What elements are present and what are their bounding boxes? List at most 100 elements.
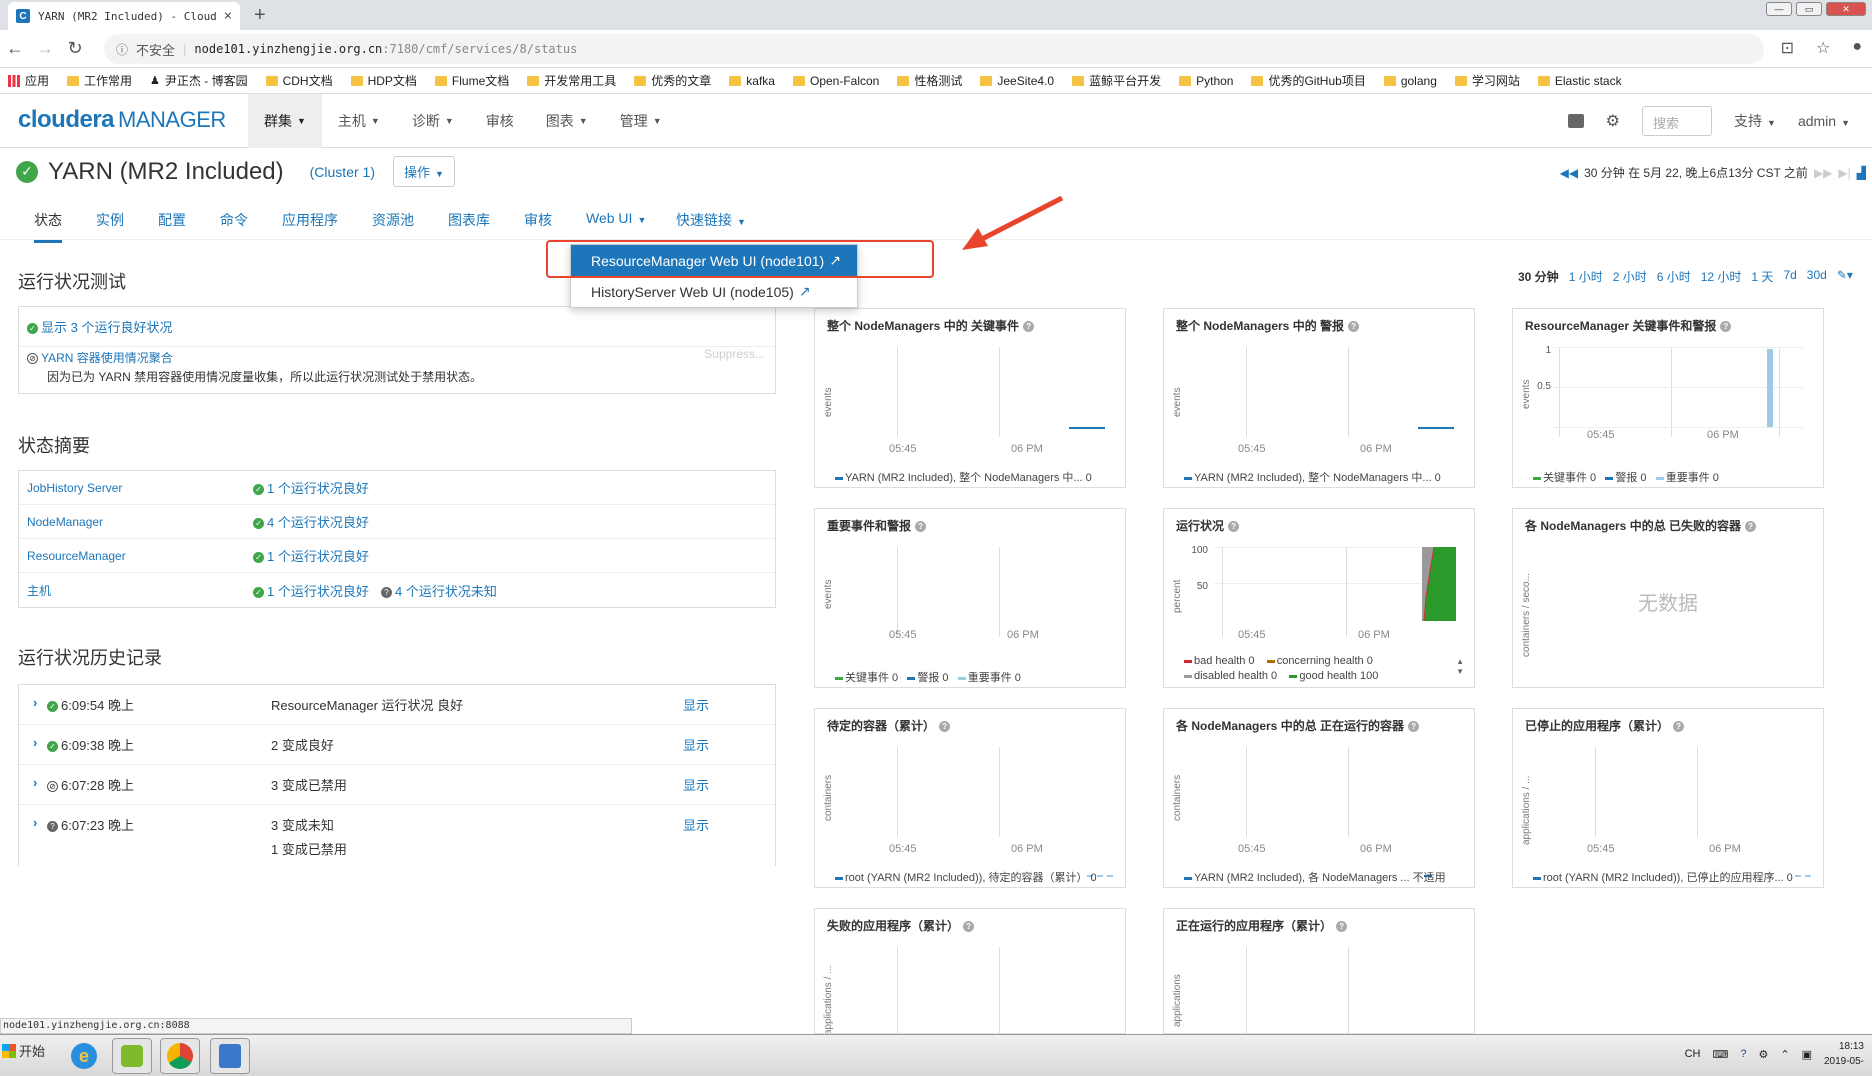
ie-app[interactable]: e [64,1038,104,1074]
bookmark-folder[interactable]: Open-Falcon [792,74,879,88]
historyserver-web-ui-link[interactable]: HistoryServer Web UI (node105) ↗ [571,276,857,307]
bookmark-folder[interactable]: HDP文档 [350,72,417,89]
clock[interactable]: 18:13 2019-05- [1824,1039,1864,1069]
bookmark-folder[interactable]: 优秀的文章 [634,72,711,89]
chrome-app[interactable] [160,1038,200,1074]
time-range-option[interactable]: 1 小时 [1569,268,1603,285]
chevron-right-icon[interactable]: › [33,735,37,750]
time-range-option[interactable]: 30d [1807,268,1827,285]
tab-audits[interactable]: 审核 [524,210,552,230]
help-icon[interactable]: ? [1336,921,1348,933]
forward-icon[interactable]: → [30,38,60,59]
status-link[interactable]: ✓ 1 个运行状况良好 [253,546,369,565]
chart-icon[interactable]: ▟ [1857,166,1866,180]
help-icon[interactable]: ? [1720,321,1732,333]
legend-scroll-icon[interactable]: ▲ ▼ [1456,657,1464,677]
tab-configuration[interactable]: 配置 [158,210,186,230]
actions-button[interactable]: 操作 ▼ [393,156,455,187]
forward-icon[interactable]: ▶▶ [1814,166,1832,180]
start-button[interactable]: 开始 [0,1041,45,1060]
show-link[interactable]: 显示 [683,695,709,714]
chart-card[interactable]: 整个 NodeManagers 中的 警报? events 05:45 06 P… [1163,308,1475,488]
new-tab-icon[interactable]: + [254,4,266,27]
keyboard-icon[interactable]: ⌨ [1712,1048,1728,1061]
cloudera-logo[interactable]: cloudera MANAGER [18,106,226,134]
aggregate-link[interactable]: YARN 容器使用情况聚合 [41,351,173,365]
reload-icon[interactable]: ↻ [60,38,90,59]
cluster-link[interactable]: (Cluster 1) [310,164,375,180]
menu-clusters[interactable]: 群集 ▼ [248,94,322,148]
time-range-current[interactable]: 30 分钟 [1518,268,1559,285]
url-field[interactable]: ⓘ 不安全 | node101.yinzhengjie.org.cn :7180… [104,34,1764,64]
running-commands-icon[interactable]: ⚙ [1606,111,1620,131]
time-info[interactable]: 30 分钟 在 5月 22, 晚上6点13分 CST 之前 [1584,164,1808,181]
tab-web-ui[interactable]: Web UI ▼ [586,210,646,226]
show-link[interactable]: 显示 [683,775,709,794]
translate-icon[interactable]: ⊡ [1781,38,1794,58]
chevron-right-icon[interactable]: › [33,775,37,790]
tab-commands[interactable]: 命令 [220,210,248,230]
chart-card[interactable]: 正在运行的应用程序（累计）? applications [1163,908,1475,1034]
time-range-option[interactable]: 1 天 [1751,268,1773,285]
settings-icon[interactable]: ⚙ [1758,1048,1768,1061]
tray-expand-icon[interactable]: ⌃ [1780,1048,1789,1061]
notes-app[interactable] [210,1038,250,1074]
menu-admin[interactable]: 管理 ▼ [604,94,678,148]
bookmark-folder[interactable]: 优秀的GitHub项目 [1251,72,1366,89]
status-link[interactable]: ✓ 4 个运行状况良好 [253,512,369,531]
profile-icon[interactable]: ● [1852,38,1862,58]
search-input[interactable]: 搜索 [1642,106,1713,136]
back-icon[interactable]: ← [0,38,30,59]
help-icon[interactable]: ? [1673,721,1685,733]
role-link[interactable]: NodeManager [27,515,103,529]
status-link[interactable]: ✓ 1 个运行状况良好 [253,478,369,497]
maximize-icon[interactable]: ▭ [1796,2,1822,16]
tab-resource-pools[interactable]: 资源池 [372,210,414,230]
time-range-option[interactable]: 6 小时 [1657,268,1691,285]
bookmark-folder[interactable]: 性格测试 [897,72,962,89]
tab-status[interactable]: 状态 [34,210,62,243]
tab-instances[interactable]: 实例 [96,210,124,230]
help-icon[interactable]: ? [1023,321,1035,333]
bookmark-folder[interactable]: kafka [729,74,775,88]
bookmark-folder[interactable]: 学习网站 [1454,72,1520,89]
menu-audits[interactable]: 审核 [470,94,530,148]
show-good-link[interactable]: 显示 3 个运行良好状况 [41,320,172,335]
menu-diagnostics[interactable]: 诊断 ▼ [396,94,470,148]
minimize-icon[interactable]: — [1766,2,1792,16]
bookmark-folder[interactable]: Python [1179,74,1233,88]
bookmark-folder[interactable]: CDH文档 [265,72,333,89]
role-link[interactable]: ResourceManager [27,549,126,563]
help-icon[interactable]: ? [915,521,927,533]
bookmark-link[interactable]: ♟ 尹正杰 - 博客园 [150,72,248,89]
show-link[interactable]: 显示 [683,735,709,754]
time-range-option[interactable]: 12 小时 [1701,268,1742,285]
parcel-icon[interactable] [1567,114,1584,128]
help-icon[interactable]: ? [1408,721,1420,733]
tab-quick-links[interactable]: 快速链接 ▼ [676,210,746,230]
bookmark-folder[interactable]: golang [1383,74,1437,88]
status-link[interactable]: ✓ 1 个运行状况良好 [253,581,369,600]
close-tab-icon[interactable]: × [224,8,232,24]
suppress-link[interactable]: Suppress... [704,347,765,361]
role-link[interactable]: 主机 [27,582,51,599]
now-icon[interactable]: ▶| [1838,166,1850,180]
bookmark-folder[interactable]: 开发常用工具 [527,72,616,89]
help-icon[interactable]: ? [1228,521,1240,533]
chart-card[interactable]: 各 NodeManagers 中的总 已失败的容器? containers / … [1512,508,1824,688]
unknown-status-link[interactable]: ? 4 个运行状况未知 [381,581,497,600]
edit-pencil-icon[interactable]: ✎▾ [1837,268,1853,285]
user-menu[interactable]: admin ▼ [1798,113,1850,129]
chart-card[interactable]: 失败的应用程序（累计）? applications / ... [814,908,1126,1034]
info-icon[interactable]: ⓘ [116,41,128,58]
menu-charts[interactable]: 图表 ▼ [530,94,604,148]
show-link[interactable]: 显示 [683,815,709,834]
bookmark-folder[interactable]: 蓝鲸平台开发 [1072,72,1161,89]
bookmark-folder[interactable]: Elastic stack [1537,74,1622,88]
help-icon[interactable]: ? [1348,321,1360,333]
vsphere-app[interactable] [112,1038,152,1074]
chart-card[interactable]: ResourceManager 关键事件和警报? events 1 0.5 05… [1512,308,1824,488]
role-link[interactable]: JobHistory Server [27,481,122,495]
time-range-option[interactable]: 2 小时 [1613,268,1647,285]
browser-tab[interactable]: C YARN (MR2 Included) - Clouder × [8,2,240,30]
